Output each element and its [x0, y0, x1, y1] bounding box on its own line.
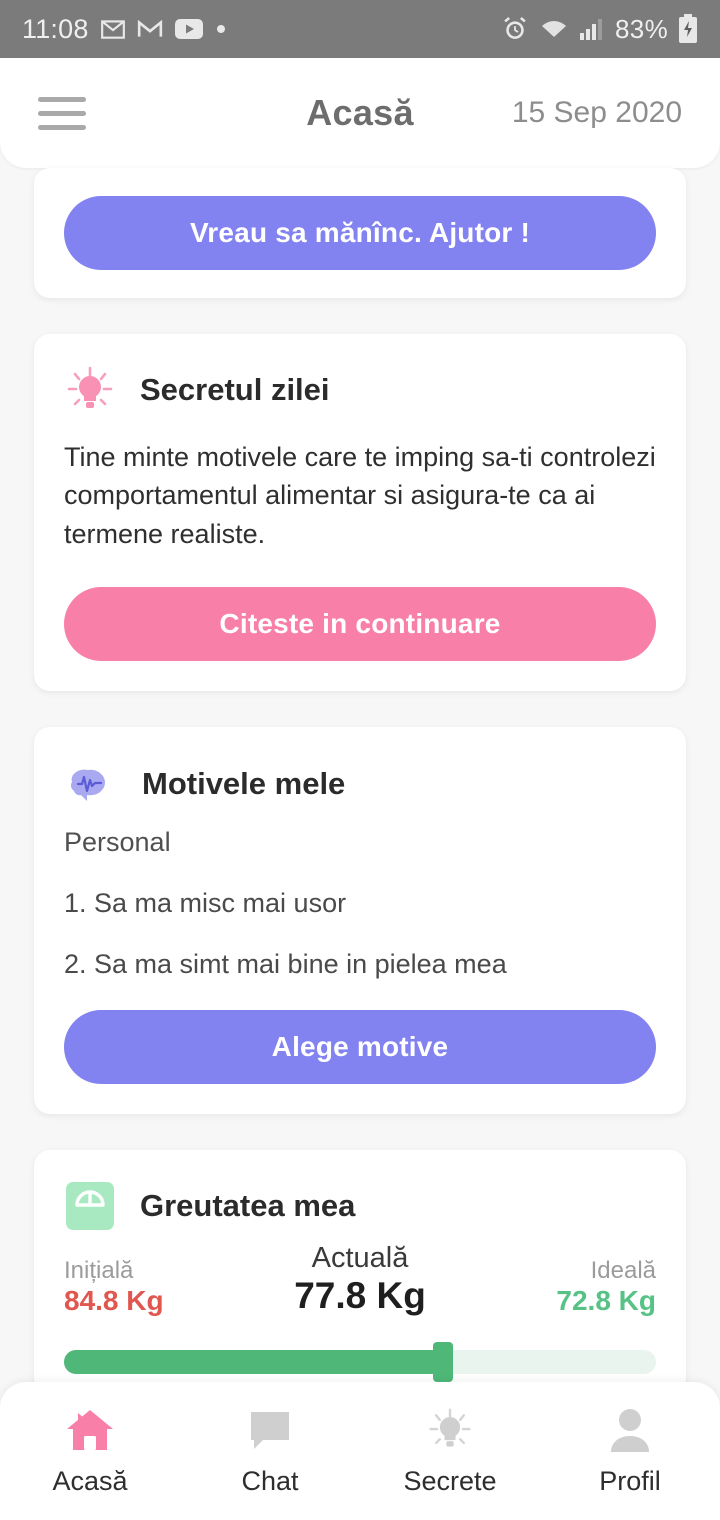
- nav-label-chat: Chat: [241, 1466, 299, 1496]
- signal-icon: [580, 19, 603, 40]
- secret-card-header: Secretul zilei: [64, 364, 656, 416]
- weight-current-label: Actuală: [311, 1241, 409, 1274]
- progress-thumb[interactable]: [432, 1341, 453, 1382]
- scroll-content[interactable]: Vreau sa mănînc. Ajutor ! Secretul zilei…: [0, 168, 720, 1520]
- read-more-button[interactable]: Citeste in continuare: [64, 586, 656, 661]
- secret-card-body: Tine minte motivele care te imping sa-ti…: [64, 442, 656, 549]
- weight-current-group: Actuală 77.8 Kg: [294, 1242, 426, 1317]
- weight-values-row: Inițială 84.8 Kg Actuală 77.8 Kg Ideală …: [64, 1242, 656, 1317]
- home-icon: [65, 1404, 115, 1456]
- gmail-icon: [100, 20, 125, 39]
- lightbulb-icon: [426, 1404, 474, 1456]
- nav-label-secrets: Secrete: [403, 1466, 497, 1496]
- weight-ideal-group: Ideală 72.8 Kg: [556, 1257, 656, 1317]
- motives-button-wrap: Alege motive: [64, 1009, 656, 1084]
- nav-item-home[interactable]: Acasă: [15, 1404, 165, 1497]
- battery-charging-icon: [679, 14, 697, 43]
- motives-card: Motivele mele Personal 1. Sa ma misc mai…: [34, 726, 686, 1114]
- weight-card-title: Greutatea mea: [140, 1187, 356, 1223]
- app-bar: Acasă 15 Sep 2020: [0, 58, 720, 168]
- nav-label-profile: Profil: [599, 1466, 661, 1496]
- lightbulb-icon: [67, 366, 113, 408]
- weight-progress-bar[interactable]: [64, 1341, 656, 1382]
- help-card: Vreau sa mănînc. Ajutor !: [34, 168, 686, 298]
- secret-of-the-day-card: Secretul zilei Tine minte motivele care …: [34, 334, 686, 691]
- status-bar-left: 11:08: [22, 14, 227, 45]
- brain-icon: [70, 769, 105, 801]
- current-date-label: 15 Sep 2020: [511, 96, 682, 129]
- dot-icon: [216, 25, 225, 33]
- list-item: 2. Sa ma simt mai bine in pielea mea: [64, 948, 507, 979]
- weight-initial-group: Inițială 84.8 Kg: [64, 1257, 164, 1317]
- secret-card-title: Secretul zilei: [140, 372, 330, 407]
- want-to-eat-help-button[interactable]: Vreau sa mănînc. Ajutor !: [64, 196, 656, 270]
- weight-ideal-value: 72.8 Kg: [556, 1284, 656, 1316]
- nav-item-chat[interactable]: Chat: [195, 1404, 345, 1497]
- bottom-navigation: Acasă Chat Secrete Profil: [0, 1382, 720, 1520]
- youtube-icon: [174, 19, 203, 39]
- weight-ideal-label: Ideală: [590, 1256, 656, 1284]
- motives-card-title: Motivele mele: [142, 765, 346, 801]
- person-icon: [608, 1404, 652, 1456]
- alarm-icon: [504, 16, 526, 39]
- weight-initial-value: 84.8 Kg: [64, 1284, 164, 1316]
- nav-label-home: Acasă: [52, 1466, 128, 1496]
- weight-card-header: Greutatea mea: [64, 1180, 656, 1232]
- battery-percent-label: 83%: [615, 13, 668, 44]
- status-bar-right: 83%: [501, 14, 698, 45]
- nav-item-secrets[interactable]: Secrete: [375, 1404, 525, 1497]
- nav-item-profile[interactable]: Profil: [555, 1404, 705, 1497]
- gmail-icon: [137, 19, 162, 37]
- motives-category-label: Personal: [64, 826, 171, 857]
- chat-icon: [247, 1404, 293, 1456]
- status-bar: 11:08 83%: [0, 0, 720, 58]
- app-screen: 11:08 83% Acasă 15 Sep 2020 Vreau sa măn…: [0, 0, 720, 1520]
- status-bar-clock: 11:08: [22, 13, 89, 44]
- weight-initial-label: Inițială: [64, 1256, 134, 1284]
- choose-motives-button[interactable]: Alege motive: [64, 1009, 656, 1084]
- motives-card-header: Motivele mele: [64, 757, 656, 811]
- progress-fill: [64, 1349, 443, 1374]
- list-item: 1. Sa ma misc mai usor: [64, 887, 347, 918]
- scale-icon: [66, 1181, 114, 1230]
- weight-current-value: 77.8 Kg: [294, 1274, 426, 1316]
- wifi-icon: [542, 21, 567, 38]
